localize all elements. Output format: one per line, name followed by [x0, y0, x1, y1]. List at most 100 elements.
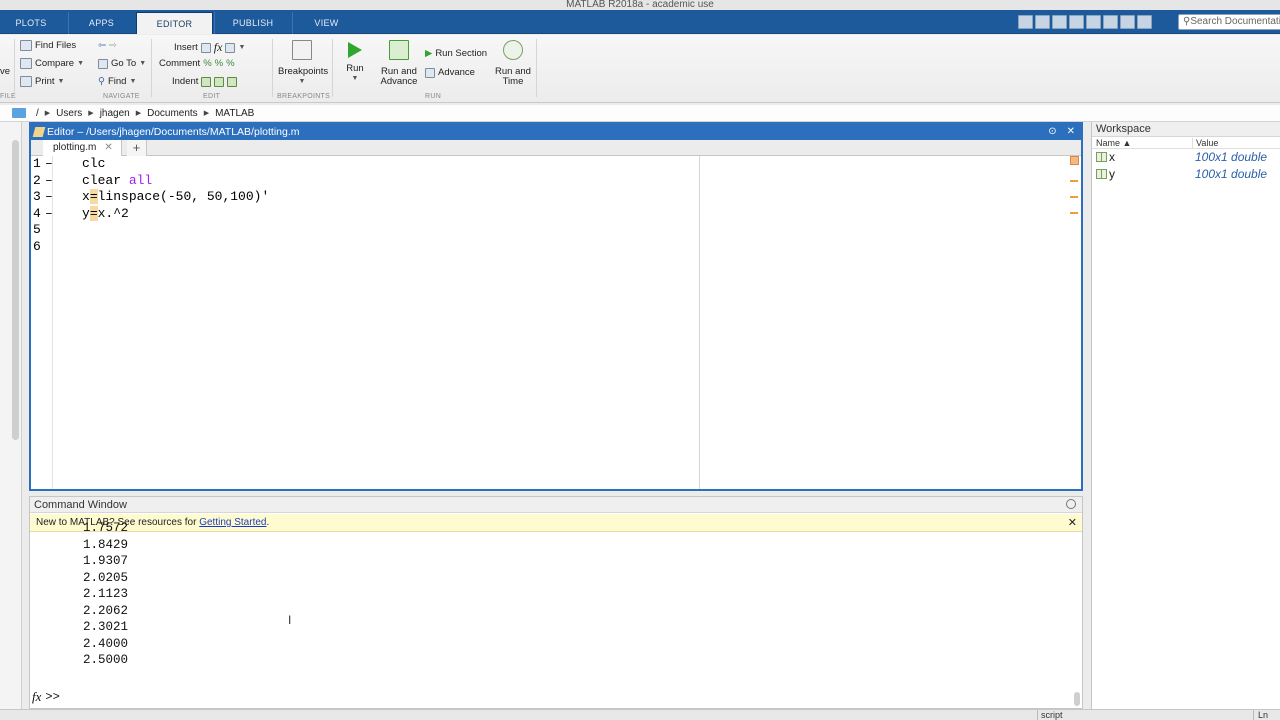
command-prompt[interactable]: fx >> — [32, 689, 60, 705]
indent-button[interactable]: Indent — [172, 76, 238, 87]
forward-icon[interactable]: ⇨ — [109, 40, 117, 51]
getting-started-notice: New to MATLAB? See resources for Getting… — [30, 514, 1082, 532]
run-and-time-button[interactable]: Run and Time — [492, 40, 534, 87]
breadcrumb-jhagen[interactable]: jhagen — [100, 108, 130, 119]
warning-marker[interactable] — [1070, 196, 1078, 198]
editor-tab-plotting[interactable]: plotting.m ✕ — [43, 140, 122, 156]
new-tab-button[interactable]: + — [127, 140, 147, 156]
editor-title-bar: Editor – /Users/jhagen/Documents/MATLAB/… — [31, 124, 1081, 140]
editor-title: Editor – /Users/jhagen/Documents/MATLAB/… — [47, 126, 300, 138]
breadcrumb-users[interactable]: Users — [56, 108, 82, 119]
close-tab-icon[interactable]: ✕ — [104, 140, 112, 156]
editor-ribbon: ve FILE Find Files Compare ▼ Print ▼ ⇦ ⇨ Go… — [0, 35, 1280, 103]
tab-publish[interactable]: PUBLISH — [214, 12, 291, 34]
run-and-advance-button[interactable]: Run and Advance — [378, 40, 420, 87]
command-output: 1.7572 1.8429 1.9307 2.0205 2.1123 2.206… — [83, 521, 129, 667]
close-notice-icon[interactable]: ✕ — [1068, 514, 1077, 532]
search-input[interactable]: ⚲Search Documentation — [1178, 14, 1280, 30]
comment-icon: % — [203, 58, 212, 69]
run-button[interactable]: Run ▼ — [340, 40, 370, 84]
save-icon[interactable] — [1018, 15, 1033, 29]
wrap-comment-icon: % — [226, 58, 235, 69]
status-bar: script Ln — [0, 709, 1280, 720]
group-label-breakpoints: BREAKPOINTS — [277, 93, 331, 100]
workspace-title: Workspace — [1092, 122, 1280, 137]
warning-marker[interactable] — [1070, 180, 1078, 182]
workspace-row[interactable]: y 100x1 double — [1092, 166, 1280, 183]
command-window-title: Command Window — [30, 497, 1082, 513]
switch-windows-icon[interactable] — [1120, 15, 1135, 29]
workspace-header: Name ▲ Value — [1092, 137, 1280, 149]
print-icon — [20, 76, 32, 87]
scrollbar[interactable] — [12, 140, 19, 440]
chevron-right-icon: ▶ — [135, 110, 142, 117]
find-files-button[interactable]: Find Files — [20, 40, 76, 51]
compare-button[interactable]: Compare ▼ — [20, 58, 84, 69]
tab-plots[interactable]: PLOTS — [0, 12, 62, 34]
run-section-button[interactable]: ▶ Run Section — [425, 48, 487, 59]
run-and-time-icon — [503, 40, 523, 60]
column-value-header[interactable]: Value — [1192, 138, 1218, 148]
column-name-header[interactable]: Name ▲ — [1096, 138, 1131, 148]
insert-button[interactable]: Insert fx ▼ — [174, 40, 245, 55]
uncomment-icon: % — [214, 58, 224, 69]
breadcrumb-matlab[interactable]: MATLAB — [215, 108, 254, 119]
warning-indicator[interactable] — [1070, 156, 1079, 165]
compare-icon — [20, 58, 32, 69]
editor-panel: Editor – /Users/jhagen/Documents/MATLAB/… — [29, 122, 1083, 491]
chevron-right-icon: ▶ — [88, 110, 94, 117]
help-icon[interactable] — [1137, 15, 1152, 29]
advance-button[interactable]: Advance — [425, 67, 475, 78]
group-divider — [332, 39, 333, 97]
folder-icon[interactable] — [12, 108, 26, 118]
back-icon[interactable]: ⇦ — [98, 40, 106, 51]
matrix-icon — [1096, 152, 1107, 162]
comment-button[interactable]: Comment%%% — [159, 58, 235, 69]
toolstrip-tabs: PLOTS APPS EDITOR PUBLISH VIEW ⚲Search D… — [0, 10, 1280, 34]
group-divider — [14, 39, 15, 97]
close-icon[interactable]: ✕ — [1067, 124, 1075, 140]
options-icon[interactable]: ⊙ — [1048, 124, 1056, 140]
code-area[interactable]: 1– clc 2– clear all 3– x=linspace(-50, 50,1… — [31, 156, 1067, 489]
window-title: MATLAB R2018a - academic use — [0, 0, 1280, 10]
matlab-window: MATLAB R2018a - academic use PLOTS APPS … — [0, 0, 1280, 720]
find-files-icon — [20, 40, 32, 51]
group-divider — [151, 39, 152, 97]
undo-icon[interactable] — [1086, 15, 1101, 29]
goto-button[interactable]: Go To ▼ — [98, 58, 146, 69]
scrollbar[interactable] — [1074, 692, 1080, 706]
group-divider — [272, 39, 273, 97]
paste-icon[interactable] — [1069, 15, 1084, 29]
tab-view[interactable]: VIEW — [292, 12, 360, 34]
fx-icon: fx — [213, 40, 223, 54]
group-divider — [536, 39, 537, 97]
getting-started-link[interactable]: Getting Started — [199, 517, 266, 528]
warning-marker[interactable] — [1070, 212, 1078, 214]
tab-editor[interactable]: EDITOR — [136, 12, 213, 34]
current-folder-panel-collapsed — [0, 122, 22, 720]
breadcrumb-documents[interactable]: Documents — [147, 108, 198, 119]
text-cursor-icon: I — [288, 613, 292, 627]
run-icon — [348, 42, 362, 58]
run-and-advance-icon — [389, 40, 409, 60]
advance-icon — [425, 67, 435, 78]
workspace-row[interactable]: x 100x1 double — [1092, 149, 1280, 166]
magnifier-icon: ⚲ — [98, 76, 105, 87]
function-browser-icon[interactable]: fx — [32, 689, 41, 705]
back-forward-buttons[interactable]: ⇦ ⇨ — [98, 40, 117, 51]
find-button[interactable]: ⚲ Find ▼ — [98, 76, 136, 87]
redo-icon[interactable] — [1103, 15, 1118, 29]
options-icon[interactable] — [1066, 499, 1076, 509]
increase-indent-icon — [214, 76, 225, 87]
status-position: Ln — [1253, 710, 1268, 720]
print-button[interactable]: Print ▼ — [20, 76, 64, 87]
tab-apps[interactable]: APPS — [68, 12, 134, 34]
save-button[interactable]: ve — [0, 66, 10, 77]
breakpoints-button[interactable]: Breakpoints ▼ — [278, 40, 328, 87]
address-bar: / ▶ Users ▶ jhagen ▶ Documents ▶ MATLAB — [0, 105, 1280, 122]
breadcrumb-root[interactable]: / — [36, 108, 39, 119]
copy-icon[interactable] — [1052, 15, 1067, 29]
cut-icon[interactable] — [1035, 15, 1050, 29]
smart-indent-icon — [201, 76, 212, 87]
group-label-navigate: NAVIGATE — [103, 93, 140, 100]
